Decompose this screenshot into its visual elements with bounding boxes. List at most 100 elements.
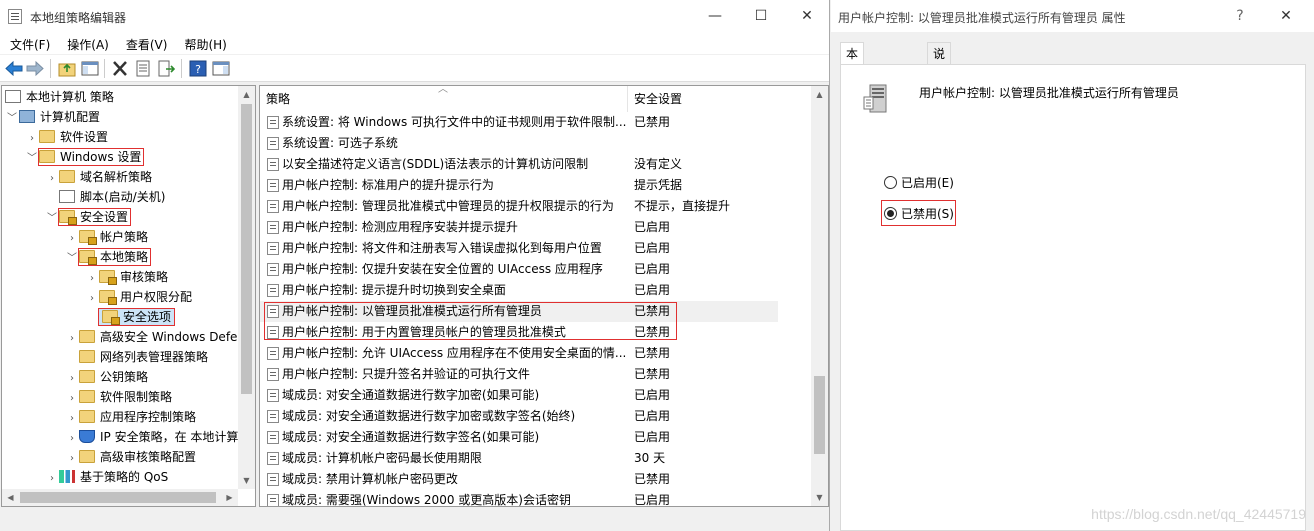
chevron-right-icon[interactable]: › xyxy=(65,329,79,349)
chevron-right-icon[interactable]: › xyxy=(45,169,59,189)
folder-lock-icon xyxy=(59,210,77,225)
scroll-thumb[interactable] xyxy=(241,104,252,394)
chevron-right-icon[interactable]: › xyxy=(65,449,79,469)
tree-item-local-computer-policy[interactable]: 本地计算机 策略 xyxy=(5,87,114,107)
policy-row[interactable]: 域成员: 禁用计算机帐户密码更改 已禁用 xyxy=(260,469,778,490)
tree-item-windows-defender-firewall[interactable]: › 高级安全 Windows Defe xyxy=(65,327,237,347)
tree-vertical-scrollbar[interactable]: ▲ ▼ xyxy=(238,86,255,489)
close-button[interactable]: ✕ xyxy=(784,0,830,32)
tree-item-software-restriction[interactable]: › 软件限制策略 xyxy=(65,387,172,407)
policy-name: 域成员: 需要强(Windows 2000 或更高版本)会话密钥 xyxy=(282,493,571,507)
menu-file[interactable]: 文件(F) xyxy=(0,32,57,53)
policy-row[interactable]: 域成员: 对安全通道数据进行数字签名(如果可能) 已启用 xyxy=(260,427,778,448)
tree-item-audit-policy[interactable]: › 审核策略 xyxy=(85,267,168,287)
policy-row[interactable]: 域成员: 需要强(Windows 2000 或更高版本)会话密钥 已启用 xyxy=(260,490,778,507)
tree-item-security-settings[interactable]: ﹀ 安全设置 xyxy=(45,207,132,229)
radio-enabled[interactable]: 已启用(E) xyxy=(884,173,954,193)
chevron-down-icon[interactable]: ﹀ xyxy=(45,209,59,229)
scroll-down-icon[interactable]: ▼ xyxy=(811,489,828,506)
policy-row[interactable]: 用户帐户控制: 检测应用程序安装并提示提升 已启用 xyxy=(260,217,778,238)
tree-item-windows-settings[interactable]: ﹀ Windows 设置 xyxy=(25,147,145,169)
tree-item-security-options[interactable]: 安全选项 xyxy=(97,307,176,327)
tab-local-security-setting[interactable]: 本地安全设置 xyxy=(840,42,865,171)
policy-name: 系统设置: 将 Windows 可执行文件中的证书规则用于软件限制... xyxy=(282,115,627,129)
policy-row[interactable]: 用户帐户控制: 允许 UIAccess 应用程序在不使用安全桌面的情... 已禁用 xyxy=(260,343,778,364)
tree-item-ip-security[interactable]: › IP 安全策略，在 本地计算 xyxy=(65,427,238,447)
policy-row[interactable]: 用户帐户控制: 提示提升时切换到安全桌面 已启用 xyxy=(260,280,778,301)
maximize-button[interactable]: ☐ xyxy=(738,0,784,32)
tree-item-advanced-audit[interactable]: › 高级审核策略配置 xyxy=(65,447,196,467)
tree-item-user-rights[interactable]: › 用户权限分配 xyxy=(85,287,192,307)
tree-horizontal-scrollbar[interactable]: ◀ ▶ xyxy=(2,489,238,506)
tree-item-scripts[interactable]: 脚本(启动/关机) xyxy=(59,187,165,207)
policy-setting: 已禁用 xyxy=(634,346,671,360)
policy-row[interactable]: 域成员: 对安全通道数据进行数字加密(如果可能) 已启用 xyxy=(260,385,778,406)
menu-help[interactable]: 帮助(H) xyxy=(174,32,233,53)
tree-item-account-policies[interactable]: › 帐户策略 xyxy=(65,227,148,247)
export-list-icon[interactable] xyxy=(157,60,175,77)
scroll-thumb[interactable] xyxy=(20,492,216,503)
chevron-right-icon[interactable]: › xyxy=(85,289,99,309)
chevron-right-icon[interactable]: › xyxy=(85,269,99,289)
tree-item-public-key-policies[interactable]: › 公钥策略 xyxy=(65,367,148,387)
show-hide-tree-icon[interactable] xyxy=(81,60,99,77)
chevron-right-icon[interactable]: › xyxy=(65,409,79,429)
chevron-down-icon[interactable]: ﹀ xyxy=(65,249,79,269)
tree-item-app-control[interactable]: › 应用程序控制策略 xyxy=(65,407,196,427)
chevron-right-icon[interactable]: › xyxy=(65,389,79,409)
chevron-right-icon[interactable]: › xyxy=(65,369,79,389)
properties-icon[interactable] xyxy=(134,60,152,77)
forward-arrow-icon[interactable] xyxy=(26,60,44,77)
policy-row[interactable]: 系统设置: 将 Windows 可执行文件中的证书规则用于软件限制... 已禁用 xyxy=(260,112,778,133)
tree-item-name-resolution-policy[interactable]: › 域名解析策略 xyxy=(45,167,152,187)
tree-item-computer-config[interactable]: ﹀ 计算机配置 xyxy=(5,107,100,127)
dialog-close-button[interactable]: ✕ xyxy=(1263,0,1309,32)
menu-view[interactable]: 查看(V) xyxy=(116,32,175,53)
policy-row[interactable]: 以安全描述符定义语言(SDDL)语法表示的计算机访问限制 没有定义 xyxy=(260,154,778,175)
folder-icon xyxy=(59,170,75,183)
scroll-up-icon[interactable]: ▲ xyxy=(811,86,828,103)
tree-item-local-policies[interactable]: ﹀ 本地策略 xyxy=(65,247,152,269)
up-folder-icon[interactable] xyxy=(58,60,76,77)
policy-item-icon xyxy=(267,200,279,213)
policy-setting: 已启用 xyxy=(634,430,671,444)
policy-row[interactable]: 用户帐户控制: 只提升签名并验证的可执行文件 已禁用 xyxy=(260,364,778,385)
minimize-button[interactable]: — xyxy=(692,0,738,32)
list-vertical-scrollbar[interactable]: ▲ ▼ xyxy=(811,86,828,506)
chevron-down-icon[interactable]: ﹀ xyxy=(5,109,19,129)
policy-item-icon xyxy=(267,242,279,255)
column-header-policy[interactable]: 策略 ︿ xyxy=(260,86,628,112)
back-arrow-icon[interactable] xyxy=(5,60,23,77)
menu-action[interactable]: 操作(A) xyxy=(57,32,116,53)
chevron-down-icon[interactable]: ﹀ xyxy=(25,149,39,169)
policy-name: 用户帐户控制: 提示提升时切换到安全桌面 xyxy=(282,283,506,297)
chevron-right-icon[interactable]: › xyxy=(45,469,59,489)
tree-item-qos[interactable]: › 基于策略的 QoS xyxy=(45,467,168,487)
dialog-help-button[interactable]: ? xyxy=(1217,0,1263,32)
tree-item-network-list-manager[interactable]: 网络列表管理器策略 xyxy=(79,347,208,367)
radio-circle[interactable] xyxy=(884,176,897,189)
policy-row[interactable]: 用户帐户控制: 标准用户的提升提示行为 提示凭据 xyxy=(260,175,778,196)
chevron-right-icon[interactable]: › xyxy=(65,229,79,249)
policy-row[interactable]: 用户帐户控制: 仅提升安装在安全位置的 UIAccess 应用程序 已启用 xyxy=(260,259,778,280)
chevron-right-icon[interactable]: › xyxy=(65,429,79,449)
policy-row[interactable]: 域成员: 计算机帐户密码最长使用期限 30 天 xyxy=(260,448,778,469)
scroll-up-icon[interactable]: ▲ xyxy=(238,86,255,103)
policy-row[interactable]: 系统设置: 可选子系统 xyxy=(260,133,778,154)
tree-item-software-settings[interactable]: › 软件设置 xyxy=(25,127,108,147)
show-action-pane-icon[interactable] xyxy=(212,60,230,77)
policy-row[interactable]: 用户帐户控制: 管理员批准模式中管理员的提升权限提示的行为 不提示，直接提升 xyxy=(260,196,778,217)
scroll-right-icon[interactable]: ▶ xyxy=(221,489,238,506)
scroll-down-icon[interactable]: ▼ xyxy=(238,472,255,489)
scroll-left-icon[interactable]: ◀ xyxy=(2,489,19,506)
computer-icon xyxy=(19,110,35,123)
scroll-thumb[interactable] xyxy=(814,376,825,454)
help-icon[interactable]: ? xyxy=(189,60,207,77)
column-header-setting[interactable]: 安全设置 xyxy=(628,86,778,112)
chevron-right-icon[interactable]: › xyxy=(25,129,39,149)
tree-item-label: 脚本(启动/关机) xyxy=(80,190,166,204)
tab-explain[interactable]: 说明 xyxy=(927,42,952,83)
policy-row[interactable]: 用户帐户控制: 将文件和注册表写入错误虚拟化到每用户位置 已启用 xyxy=(260,238,778,259)
policy-row[interactable]: 域成员: 对安全通道数据进行数字加密或数字签名(始终) 已启用 xyxy=(260,406,778,427)
delete-icon[interactable] xyxy=(111,60,129,77)
